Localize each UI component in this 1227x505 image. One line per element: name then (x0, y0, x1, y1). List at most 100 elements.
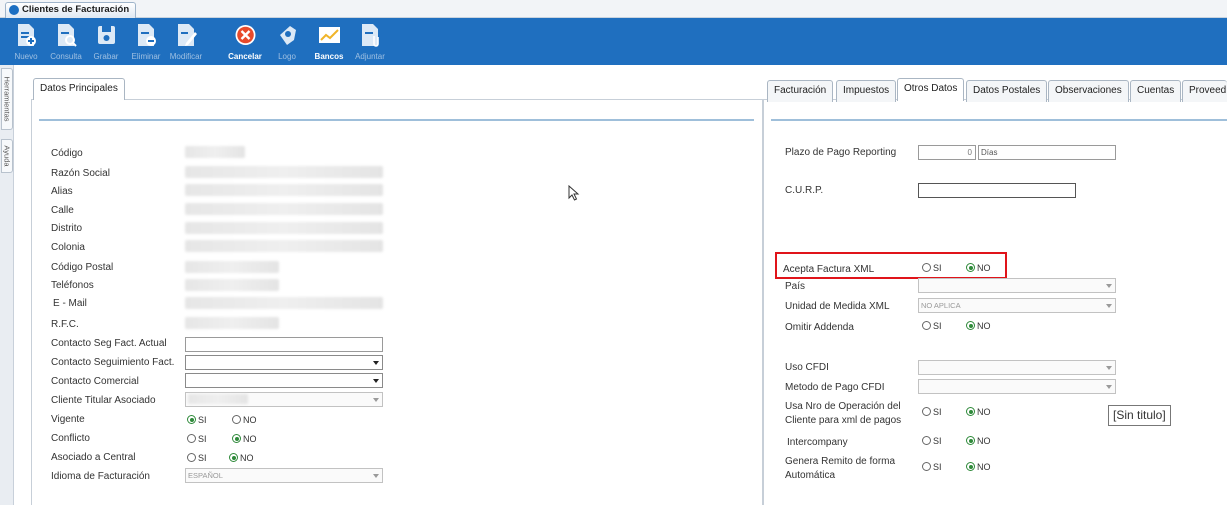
side-tab-herramientas[interactable]: Herramientas (1, 68, 13, 130)
modificar-button[interactable]: Modificar (166, 21, 206, 63)
radio-si-label: SI (198, 415, 207, 425)
tab-datos-principales-label: Datos Principales (40, 83, 118, 94)
contacto-seguimiento-select[interactable] (185, 355, 383, 370)
grabar-button[interactable]: Grabar (86, 21, 126, 63)
radio-unchecked-icon (922, 436, 931, 446)
contacto-comercial-select[interactable] (185, 373, 383, 388)
genera-radio-no[interactable]: NO (966, 462, 991, 473)
radio-no-label: NO (977, 462, 991, 472)
label-distrito: Distrito (51, 223, 83, 234)
genera-radio-si[interactable]: SI (922, 462, 942, 473)
vigente-radio-no[interactable]: NO (232, 415, 257, 426)
nuevo-button[interactable]: Nuevo (6, 21, 46, 63)
label-metodo-pago: Metodo de Pago CFDI (785, 382, 885, 393)
idioma-select[interactable]: ESPAÑOL (185, 468, 383, 483)
logo-button[interactable]: Logo (267, 21, 307, 63)
radio-checked-icon (187, 415, 196, 425)
radio-checked-icon (229, 453, 238, 463)
logo-label: Logo (278, 52, 296, 61)
telefonos-value (185, 279, 279, 291)
unidad-medida-select[interactable]: NO APLICA (918, 298, 1116, 313)
asociado-radio-no[interactable]: NO (229, 453, 254, 464)
window-tab-title: Clientes de Facturación (22, 4, 130, 15)
tab-impuestos[interactable]: Impuestos (836, 80, 897, 102)
intercompany-radio-si[interactable]: SI (922, 436, 942, 447)
tab-observaciones[interactable]: Observaciones (1048, 80, 1129, 102)
colonia-value (185, 240, 383, 252)
pais-select[interactable] (918, 278, 1116, 293)
tab-datos-principales[interactable]: Datos Principales (33, 78, 125, 100)
label-omitir-addenda: Omitir Addenda (785, 322, 854, 333)
label-unidad-medida: Unidad de Medida XML (785, 301, 890, 312)
logo-icon (280, 26, 296, 45)
chevron-down-icon (373, 398, 379, 402)
tab-otros-datos-label: Otros Datos (904, 83, 958, 94)
metodo-pago-select[interactable] (918, 379, 1116, 394)
adjuntar-button[interactable]: Adjuntar (350, 21, 390, 63)
intercompany-radio-no[interactable]: NO (966, 436, 991, 447)
tab-otros-datos[interactable]: Otros Datos (897, 78, 965, 101)
adjuntar-label: Adjuntar (355, 52, 385, 61)
mouse-cursor-icon (568, 185, 580, 201)
window-tab[interactable]: Clientes de Facturación (5, 2, 137, 18)
label-cliente-titular: Cliente Titular Asociado (51, 395, 156, 406)
radio-unchecked-icon (187, 453, 196, 463)
curp-input[interactable] (918, 183, 1076, 198)
label-uso-cfdi: Uso CFDI (785, 362, 829, 373)
datos-principales-panel (31, 99, 763, 505)
edit-document-icon (178, 24, 197, 46)
contacto-seg-actual-input[interactable] (185, 337, 383, 352)
radio-si-label: SI (933, 462, 942, 472)
label-codigo-postal: Código Postal (51, 262, 114, 273)
bancos-button[interactable]: Bancos (309, 21, 349, 63)
asociado-radio-si[interactable]: SI (187, 453, 207, 464)
conflicto-radio-si[interactable]: SI (187, 434, 207, 445)
chart-icon (319, 27, 340, 43)
label-idioma: Idioma de Facturación (51, 471, 150, 482)
idioma-value: ESPAÑOL (188, 471, 223, 480)
cliente-titular-select[interactable] (185, 392, 383, 407)
cancelar-button[interactable]: Cancelar (225, 21, 265, 63)
tab-cuentas[interactable]: Cuentas (1130, 80, 1182, 102)
eliminar-button[interactable]: Eliminar (126, 21, 166, 63)
attach-document-icon (362, 24, 379, 47)
label-contacto-comercial: Contacto Comercial (51, 376, 139, 387)
vigente-radio-si[interactable]: SI (187, 415, 207, 426)
radio-unchecked-icon (232, 415, 241, 425)
side-tab-ayuda[interactable]: Ayuda (1, 139, 13, 173)
conflicto-radio-no[interactable]: NO (232, 434, 257, 445)
omitir-radio-no[interactable]: NO (966, 321, 991, 332)
chevron-down-icon (1106, 385, 1112, 389)
label-colonia: Colonia (51, 242, 85, 253)
codigo-value (185, 146, 245, 158)
tab-datos-postales-label: Datos Postales (973, 85, 1041, 96)
label-rfc: R.F.C. (51, 319, 79, 330)
radio-unchecked-icon (922, 321, 931, 331)
radio-checked-icon (966, 462, 975, 472)
tab-datos-postales[interactable]: Datos Postales (966, 80, 1048, 102)
unidad-medida-value: NO APLICA (921, 301, 961, 310)
radio-checked-icon (966, 407, 975, 417)
chevron-down-icon (373, 379, 379, 383)
usa-nro-radio-no[interactable]: NO (966, 407, 991, 418)
label-razon-social: Razón Social (51, 168, 110, 179)
codigo-postal-value (185, 261, 279, 273)
radio-unchecked-icon (187, 434, 196, 444)
tab-impuestos-label: Impuestos (843, 85, 890, 96)
consulta-button[interactable]: Consulta (46, 21, 86, 63)
chevron-down-icon (373, 361, 379, 365)
radio-no-label: NO (977, 436, 991, 446)
uso-cfdi-select[interactable] (918, 360, 1116, 375)
usa-nro-radio-si[interactable]: SI (922, 407, 942, 418)
tab-facturacion[interactable]: Facturación (767, 80, 834, 102)
rfc-value (185, 317, 279, 329)
tab-proveed[interactable]: Proveed (1182, 80, 1227, 102)
razon-social-value (185, 166, 383, 178)
side-strip: Herramientas Ayuda (0, 65, 14, 505)
plazo-pago-input[interactable]: 0 (918, 145, 976, 160)
label-asociado-central: Asociado a Central (51, 452, 136, 463)
plazo-unidad-field[interactable]: Días (978, 145, 1116, 160)
omitir-radio-si[interactable]: SI (922, 321, 942, 332)
radio-no-label: NO (240, 453, 254, 463)
modificar-label: Modificar (169, 52, 203, 61)
